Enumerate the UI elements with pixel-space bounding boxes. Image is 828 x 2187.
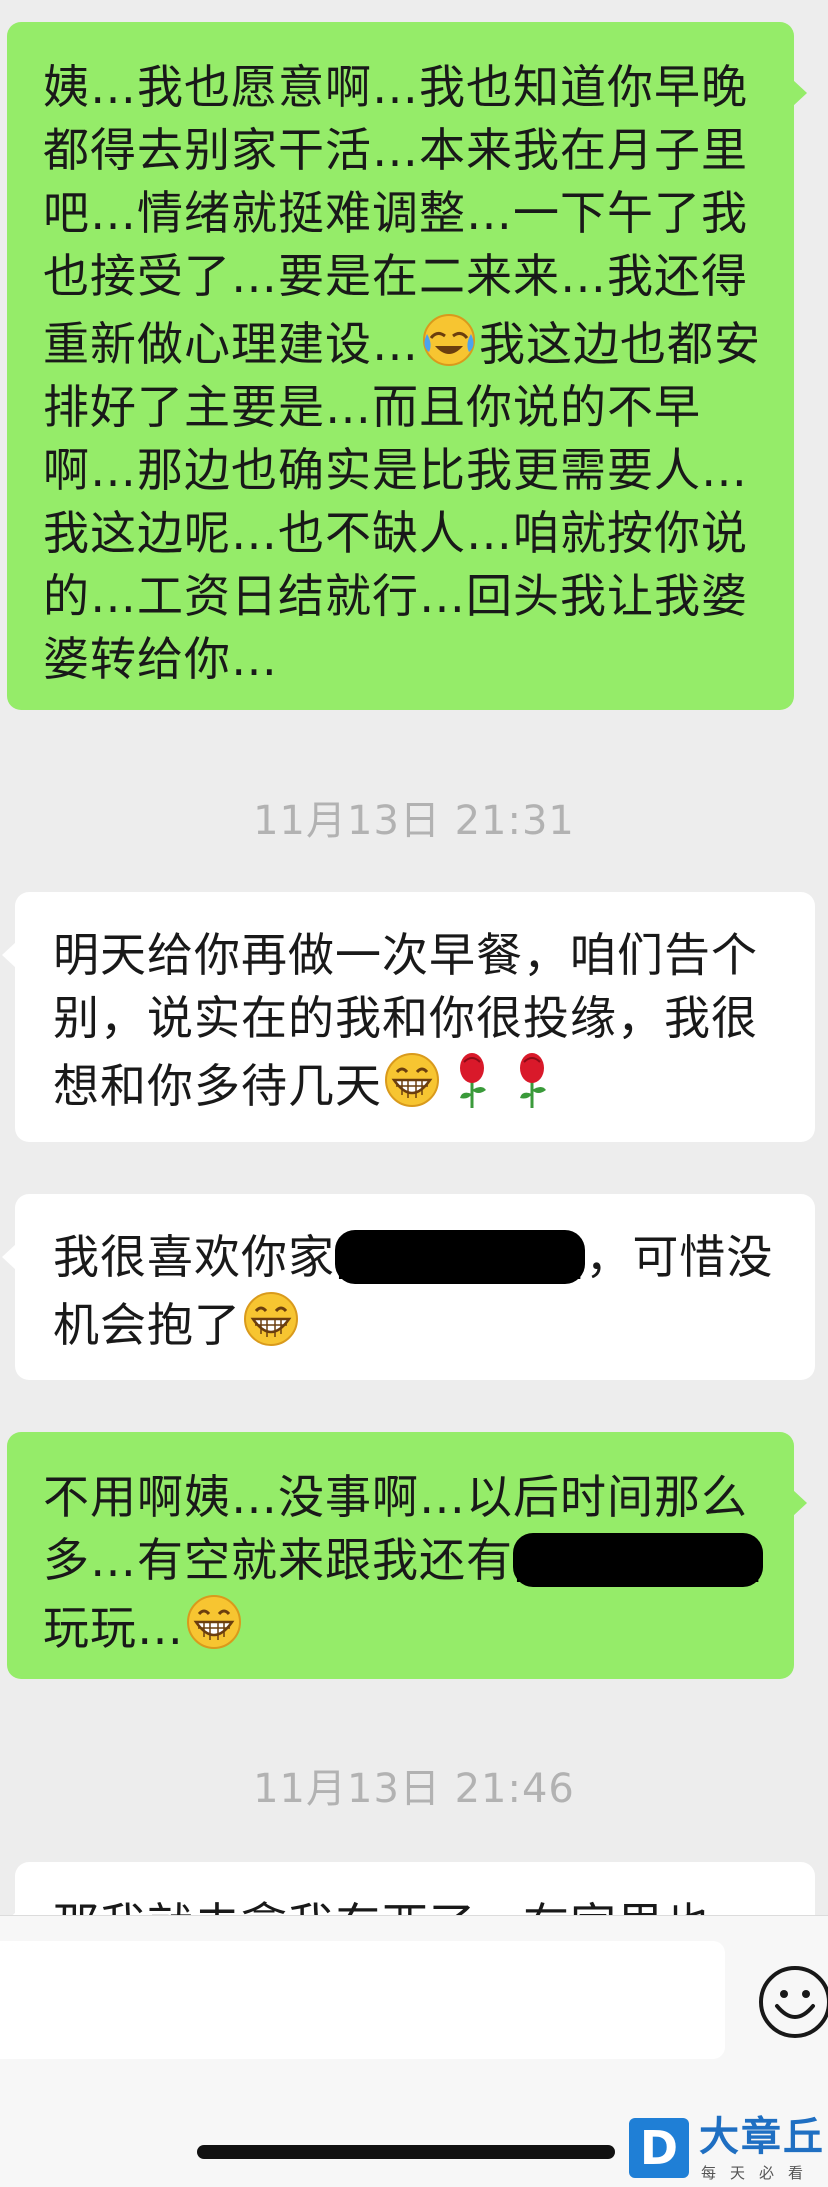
timestamp: 11月13日 21:31 xyxy=(253,798,575,844)
message-bubble-outgoing[interactable]: 姨…我也愿意啊…我也知道你早晚都得去别家干活…本来我在月子里吧…情绪就挺难调整…… xyxy=(7,22,807,710)
watermark-logo: D xyxy=(629,2118,689,2178)
grinning-face-icon xyxy=(187,1595,241,1649)
message-text: 不用啊姨…没事啊…以后时间那么多…有空就来跟我还有[redacted]玩玩… xyxy=(43,1470,764,1655)
message-text: 我很喜欢你家[redacted]，可惜没机会抱了 xyxy=(53,1230,774,1352)
chat-area[interactable]: 姨…我也愿意啊…我也知道你早晚都得去别家干活…本来我在月子里吧…情绪就挺难调整…… xyxy=(0,0,828,1915)
grinning-face-icon xyxy=(244,1292,298,1346)
redacted-name: [redacted] xyxy=(513,1533,764,1587)
grinning-face-icon xyxy=(385,1053,439,1107)
message-text: 那我就去拿我东西了，在家里也 xyxy=(53,1894,787,1915)
smiley-icon[interactable] xyxy=(757,1964,828,2040)
message-bubble-outgoing[interactable]: 不用啊姨…没事啊…以后时间那么多…有空就来跟我还有[redacted]玩玩… xyxy=(7,1432,807,1679)
redacted-name: [redacted] xyxy=(335,1230,586,1284)
rose-icon xyxy=(520,1053,546,1108)
message-bubble-incoming[interactable]: 那我就去拿我东西了，在家里也 xyxy=(2,1862,815,1915)
rose-icon xyxy=(460,1053,486,1108)
message-text: 明天给你再做一次早餐，咱们告个别，说实在的我和你很投缘，我很想和你多待几天 xyxy=(53,928,758,1113)
timestamp: 11月13日 21:46 xyxy=(253,1766,575,1812)
message-bubble-incoming[interactable]: 我很喜欢你家[redacted]，可惜没机会抱了 xyxy=(2,1194,815,1380)
watermark-title: 大章丘 xyxy=(699,2114,825,2160)
face-with-tears-of-joy-icon xyxy=(423,314,475,366)
message-bubble-incoming[interactable]: 明天给你再做一次早餐，咱们告个别，说实在的我和你很投缘，我很想和你多待几天 xyxy=(2,892,815,1142)
message-input[interactable] xyxy=(0,1941,725,2059)
watermark-subtitle: 每天必看 xyxy=(701,2164,818,2182)
message-text: 姨…我也愿意啊…我也知道你早晚都得去别家干活…本来我在月子里吧…情绪就挺难调整…… xyxy=(43,60,761,686)
home-indicator[interactable] xyxy=(197,2145,615,2159)
watermark: D 大章丘 每天必看 xyxy=(625,2114,828,2187)
